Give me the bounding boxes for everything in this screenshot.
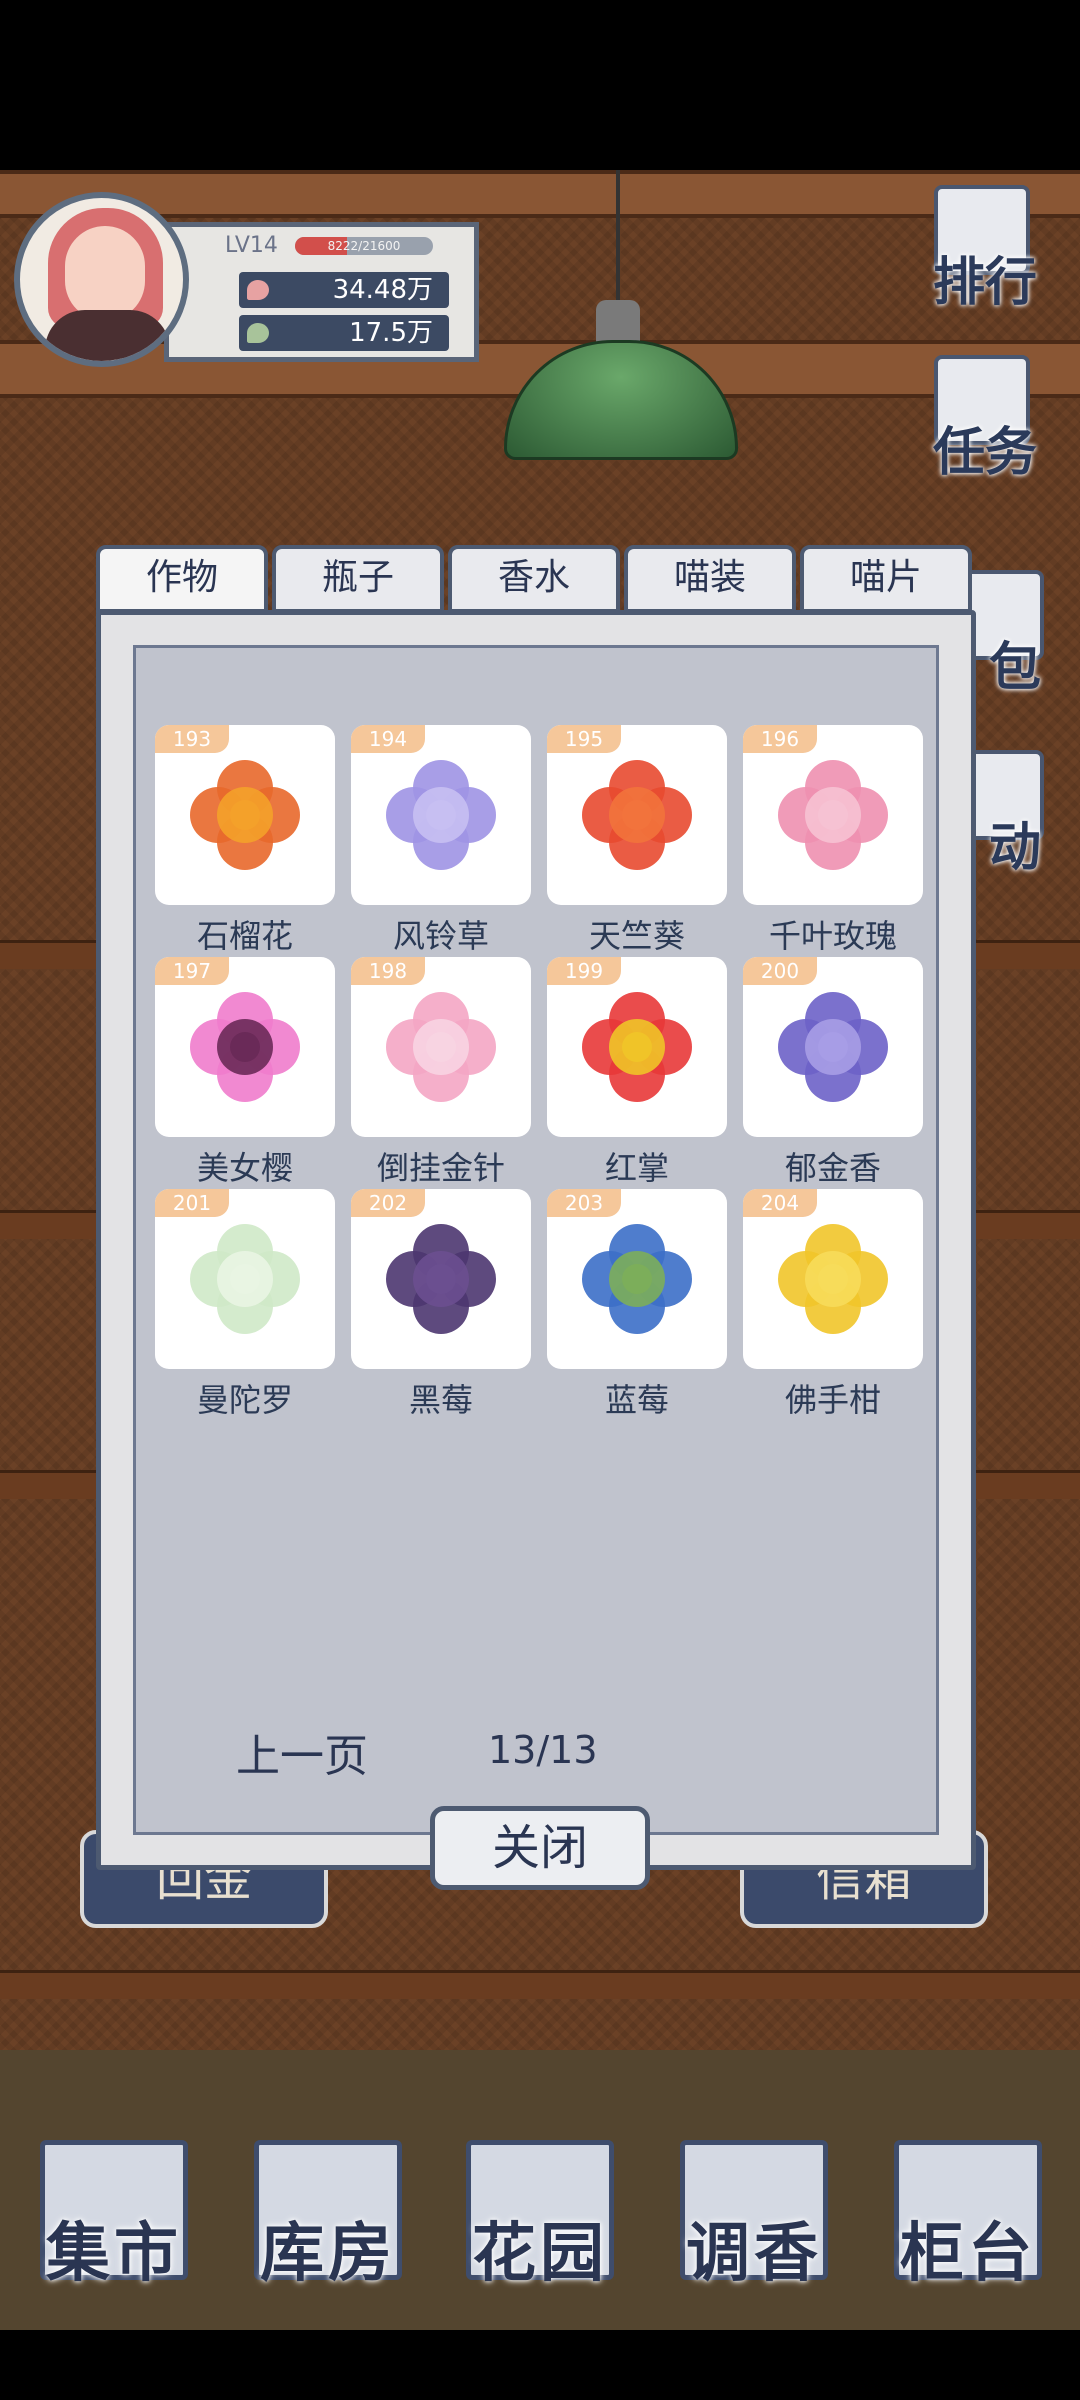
item-number-badge: 194 <box>351 725 425 753</box>
item-card[interactable]: 204 <box>743 1189 923 1369</box>
flower-icon <box>582 992 692 1102</box>
tasks-button[interactable]: 任务 <box>920 355 1050 483</box>
item-name: 蓝莓 <box>604 1381 669 1419</box>
tab-bottles[interactable]: 瓶子 <box>272 545 444 613</box>
item-card[interactable]: 199 <box>547 957 727 1137</box>
avatar[interactable] <box>14 192 189 367</box>
collection-dialog: 193 石榴花 194 风铃草 195 天竺葵 196 千叶玫瑰 197 美女樱 198 倒挂金针 19… <box>96 610 976 1870</box>
item-name: 天竺葵 <box>588 917 685 955</box>
tab-perfume[interactable]: 香水 <box>448 545 620 613</box>
item-name: 美女樱 <box>196 1149 293 1187</box>
item-number-badge: 202 <box>351 1189 425 1217</box>
item-number-badge: 198 <box>351 957 425 985</box>
currency-flower: 34.48万 <box>239 272 449 308</box>
nav-garden[interactable]: 花园 <box>452 2140 628 2300</box>
item-name: 千叶玫瑰 <box>768 917 897 955</box>
nav-counter-label: 柜台 <box>900 2216 1036 2291</box>
close-button[interactable]: 关闭 <box>430 1806 650 1890</box>
xp-text: 8222/21600 <box>327 239 401 253</box>
item-card[interactable]: 198 <box>351 957 531 1137</box>
item-card[interactable]: 200 <box>743 957 923 1137</box>
item-number-badge: 195 <box>547 725 621 753</box>
item-name: 曼陀罗 <box>196 1381 293 1419</box>
nav-perfume-label: 调香 <box>686 2216 822 2291</box>
player-stats: LV14 8222/21600 34.48万 17.5万 <box>164 222 479 362</box>
tasks-label: 任务 <box>932 422 1037 483</box>
nav-warehouse-label: 库房 <box>260 2216 396 2291</box>
item-number-badge: 204 <box>743 1189 817 1217</box>
tab-cat-cards[interactable]: 喵片 <box>800 545 972 613</box>
tab-crops[interactable]: 作物 <box>96 545 268 613</box>
nav-perfume[interactable]: 调香 <box>666 2140 842 2300</box>
item-name: 红掌 <box>604 1149 669 1187</box>
ranking-button[interactable]: 排行 <box>920 185 1050 313</box>
flower-icon <box>778 992 888 1102</box>
currency-flower-value: 34.48万 <box>332 275 433 305</box>
currency-leaf: 17.5万 <box>239 315 449 351</box>
flower-icon <box>386 992 496 1102</box>
item-card[interactable]: 197 <box>155 957 335 1137</box>
item-name: 黑莓 <box>408 1381 473 1419</box>
nav-garden-label: 花园 <box>472 2216 608 2291</box>
item-number-badge: 196 <box>743 725 817 753</box>
page-indicator: 13/13 <box>488 1728 598 1772</box>
nav-counter[interactable]: 柜台 <box>880 2140 1056 2300</box>
nav-market[interactable]: 集市 <box>26 2140 202 2300</box>
item-card[interactable]: 196 <box>743 725 923 905</box>
item-card[interactable]: 201 <box>155 1189 335 1369</box>
item-number-badge: 197 <box>155 957 229 985</box>
item-name: 佛手柑 <box>784 1381 881 1419</box>
flower-icon <box>386 760 496 870</box>
flower-icon <box>386 1224 496 1334</box>
flower-icon <box>778 760 888 870</box>
shelf <box>0 1970 1080 1999</box>
flower-icon <box>190 992 300 1102</box>
flower-icon <box>582 1224 692 1334</box>
item-card[interactable]: 193 <box>155 725 335 905</box>
item-number-badge: 193 <box>155 725 229 753</box>
item-card[interactable]: 202 <box>351 1189 531 1369</box>
item-number-badge: 201 <box>155 1189 229 1217</box>
nav-market-label: 集市 <box>46 2216 182 2291</box>
dialog-tabs: 作物 瓶子 香水 喵装 喵片 <box>96 545 976 613</box>
item-card[interactable]: 194 <box>351 725 531 905</box>
item-card[interactable]: 195 <box>547 725 727 905</box>
petal-icon <box>247 280 269 300</box>
flower-icon <box>190 760 300 870</box>
xp-bar: 8222/21600 <box>295 237 433 255</box>
item-name: 郁金香 <box>784 1149 881 1187</box>
item-number-badge: 199 <box>547 957 621 985</box>
lamp-cord <box>616 170 620 300</box>
player-panel[interactable]: LV14 8222/21600 34.48万 17.5万 <box>14 192 479 367</box>
leaf-icon <box>247 323 269 343</box>
ranking-label: 排行 <box>932 252 1037 313</box>
item-name: 倒挂金针 <box>376 1149 505 1187</box>
flower-icon <box>582 760 692 870</box>
item-name: 石榴花 <box>196 917 293 955</box>
level-label: LV14 <box>225 233 278 258</box>
avatar-face <box>65 226 145 321</box>
prev-page-button[interactable]: 上一页 <box>236 1720 368 1784</box>
flower-icon <box>778 1224 888 1334</box>
item-card[interactable]: 203 <box>547 1189 727 1369</box>
item-number-badge: 200 <box>743 957 817 985</box>
item-number-badge: 203 <box>547 1189 621 1217</box>
flower-icon <box>190 1224 300 1334</box>
nav-warehouse[interactable]: 库房 <box>240 2140 416 2300</box>
avatar-body <box>45 310 170 361</box>
item-name: 风铃草 <box>392 917 489 955</box>
currency-leaf-value: 17.5万 <box>349 318 433 348</box>
tab-cat-outfits[interactable]: 喵装 <box>624 545 796 613</box>
